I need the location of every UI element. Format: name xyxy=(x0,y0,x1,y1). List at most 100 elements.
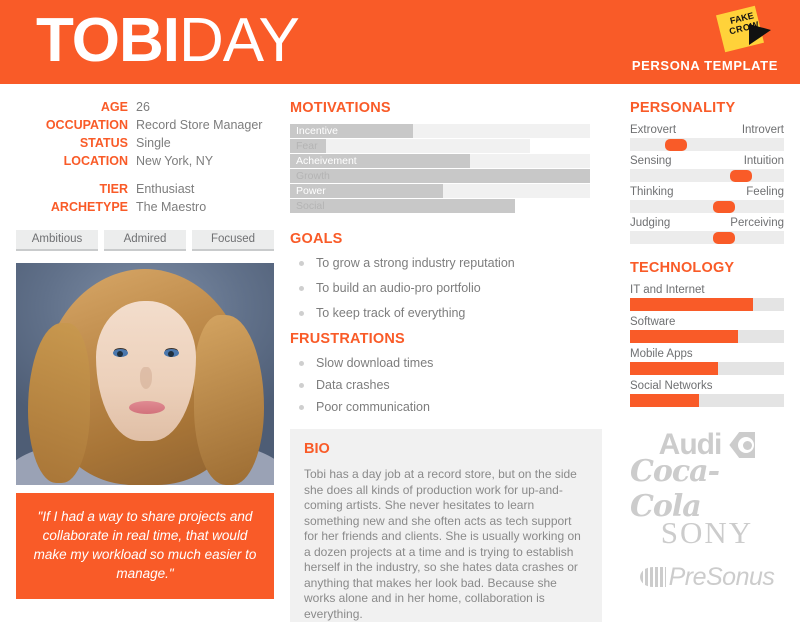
personality-labels: Judging Perceiving xyxy=(630,217,784,229)
info-label-status: STATUS xyxy=(79,136,128,150)
motivation-label-social: Social xyxy=(296,200,325,212)
motivation-row-incentive: Incentive xyxy=(290,124,602,138)
motivation-row-fear: Fear xyxy=(290,139,602,153)
persona-template-page: TOBIDAY FAKE CROW PERSONA TEMPLATE AGE 2… xyxy=(0,0,800,622)
photo-pupil-right xyxy=(168,351,174,357)
technology-item-software: Software xyxy=(630,316,784,343)
page-header: TOBIDAY FAKE CROW PERSONA TEMPLATE xyxy=(0,0,800,84)
personality-label-left: Thinking xyxy=(630,186,674,198)
personality-item-thinking-feeling: Thinking Feeling xyxy=(630,186,784,213)
personality-slider-thumb[interactable] xyxy=(712,201,735,213)
personality-item-sensing-intuition: Sensing Intuition xyxy=(630,155,784,182)
personality-item-judging-perceiving: Judging Perceiving xyxy=(630,217,784,244)
persona-template-label: PERSONA TEMPLATE xyxy=(631,58,778,73)
trait-chip-ambitious[interactable]: Ambitious xyxy=(16,230,98,251)
info-label-age: AGE xyxy=(100,100,128,114)
table-row: ARCHETYPE The Maestro xyxy=(16,200,274,218)
technology-fill xyxy=(630,298,754,311)
personality-labels: Extrovert Introvert xyxy=(630,124,784,136)
personality-label-right: Introvert xyxy=(741,124,784,136)
info-value-occupation: Record Store Manager xyxy=(136,118,263,132)
motivation-fill xyxy=(290,169,590,183)
info-label-occupation: OCCUPATION xyxy=(45,118,128,132)
technology-fill xyxy=(630,362,718,375)
personality-label-right: Perceiving xyxy=(730,217,784,229)
personality-label-left: Extrovert xyxy=(630,124,677,136)
list-item: Data crashes xyxy=(290,377,602,393)
info-label-archetype: ARCHETYPE xyxy=(50,200,128,214)
table-spacer-row xyxy=(16,172,274,182)
personality-slider-thumb[interactable] xyxy=(665,139,688,151)
personality-label-left: Sensing xyxy=(630,155,672,167)
coca-cola-logo: Coca-Cola xyxy=(630,454,720,524)
personality-slider-thumb[interactable] xyxy=(729,170,752,182)
info-value-location: New York, NY xyxy=(136,154,214,168)
presonus-mark-icon xyxy=(639,567,666,587)
trait-chips: Ambitious Admired Focused xyxy=(16,230,274,251)
technology-label: Social Networks xyxy=(630,380,713,392)
list-item: To build an audio-pro portfolio xyxy=(290,280,602,296)
bio-text: Tobi has a day job at a record store, bu… xyxy=(304,467,581,621)
photo-lips xyxy=(129,401,165,414)
right-column: PERSONALITY Extrovert Introvert Sensing … xyxy=(630,100,784,599)
personality-label-right: Intuition xyxy=(743,155,784,167)
persona-first-name: TOBI xyxy=(36,6,180,75)
technology-item-it-and-internet: IT and Internet xyxy=(630,284,784,311)
personality-slider-track[interactable] xyxy=(630,169,784,182)
persona-photo xyxy=(16,263,274,485)
technology-track xyxy=(630,298,784,311)
list-item: To keep track of everything xyxy=(290,305,602,321)
photo-nose xyxy=(140,367,152,389)
persona-info-table: AGE 26 OCCUPATION Record Store Manager S… xyxy=(16,100,274,218)
technology-fill xyxy=(630,330,738,343)
bio-title: BIO xyxy=(304,441,330,457)
technology-item-mobile-apps: Mobile Apps xyxy=(630,348,784,375)
persona-name: TOBIDAY xyxy=(36,6,300,75)
goals-list: To grow a strong industry reputation To … xyxy=(290,255,602,321)
personality-label-right: Feeling xyxy=(746,186,784,198)
personality-item-extrovert-introvert: Extrovert Introvert xyxy=(630,124,784,151)
personality-label-left: Judging xyxy=(630,217,671,229)
technology-item-social-networks: Social Networks xyxy=(630,380,784,407)
motivation-row-social: Social xyxy=(290,199,602,213)
technology-track xyxy=(630,330,784,343)
info-value-archetype: The Maestro xyxy=(136,200,207,214)
table-row: TIER Enthusiast xyxy=(16,182,274,200)
technology-track xyxy=(630,362,784,375)
middle-column: MOTIVATIONS Incentive Fear Acheivement G… xyxy=(290,100,602,622)
presonus-wordmark: PreSonus xyxy=(668,562,775,591)
personality-labels: Thinking Feeling xyxy=(630,186,784,198)
motivations-title: MOTIVATIONS xyxy=(290,100,391,116)
personality-slider-thumb[interactable] xyxy=(712,232,735,244)
list-item: To grow a strong industry reputation xyxy=(290,255,602,271)
photo-hair-left xyxy=(28,323,90,483)
photo-pupil-left xyxy=(117,351,123,357)
technology-chart: IT and Internet Software Mobile Apps Soc… xyxy=(630,284,784,407)
personality-slider-track[interactable] xyxy=(630,231,784,244)
personality-chart: Extrovert Introvert Sensing Intuition Th… xyxy=(630,124,784,244)
bio-box: BIO Tobi has a day job at a record store… xyxy=(290,429,602,622)
personality-slider-track[interactable] xyxy=(630,138,784,151)
motivation-label-growth: Growth xyxy=(296,170,330,182)
table-row: LOCATION New York, NY xyxy=(16,154,274,172)
list-item: Poor communication xyxy=(290,399,602,415)
table-row: STATUS Single xyxy=(16,136,274,154)
table-row: AGE 26 xyxy=(16,100,274,118)
motivations-chart: Incentive Fear Acheivement Growth Power xyxy=(290,124,602,213)
goals-title: GOALS xyxy=(290,231,343,247)
personality-slider-track[interactable] xyxy=(630,200,784,213)
motivation-label-incentive: Incentive xyxy=(296,125,339,137)
presonus-logo: PreSonus xyxy=(630,555,784,599)
brand-logos: Audi Coca-Cola SONY PreSonus xyxy=(630,423,784,599)
technology-title: TECHNOLOGY xyxy=(630,260,735,276)
trait-chip-admired[interactable]: Admired xyxy=(104,230,186,251)
technology-label: IT and Internet xyxy=(630,284,705,296)
fake-crow-logo: FAKE CROW xyxy=(715,5,778,53)
technology-label: Mobile Apps xyxy=(630,348,693,360)
technology-label: Software xyxy=(630,316,676,328)
personality-labels: Sensing Intuition xyxy=(630,155,784,167)
table-row: OCCUPATION Record Store Manager xyxy=(16,118,274,136)
persona-quote: "If I had a way to share projects and co… xyxy=(16,493,274,599)
trait-chip-focused[interactable]: Focused xyxy=(192,230,274,251)
frustrations-list: Slow download times Data crashes Poor co… xyxy=(290,355,602,415)
